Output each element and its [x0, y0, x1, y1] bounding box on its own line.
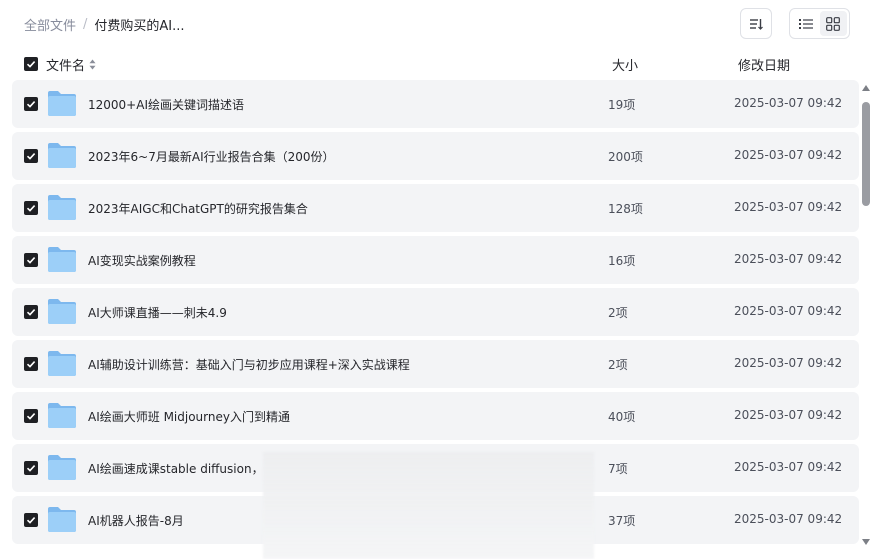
scroll-down-arrow-icon[interactable]: [862, 539, 870, 545]
file-size: 7项: [608, 462, 628, 476]
grid-view-button[interactable]: [819, 11, 847, 36]
table-row[interactable]: AI变现实战案例教程 16项 2025-03-07 09:42: [12, 236, 859, 284]
modified-date: 2025-03-07 09:42: [734, 252, 843, 266]
table-row[interactable]: AI大师课直播——刺未4.9 2项 2025-03-07 09:42: [12, 288, 859, 336]
check-icon: [26, 309, 36, 316]
folder-icon: [48, 507, 76, 532]
list-view-button[interactable]: [792, 11, 820, 36]
row-checkbox[interactable]: [24, 201, 38, 215]
folder-icon: [48, 403, 76, 428]
sort-button[interactable]: [740, 8, 772, 39]
folder-icon: [48, 195, 76, 220]
row-checkbox[interactable]: [24, 409, 38, 423]
name-column-header[interactable]: 文件名: [46, 55, 96, 74]
breadcrumb: 全部文件 / 付费购买的AI...: [24, 15, 185, 34]
row-checkbox[interactable]: [24, 149, 38, 163]
sort-list-icon: [750, 18, 763, 30]
folder-icon: [48, 455, 76, 480]
file-name[interactable]: AI大师课直播——刺未4.9: [88, 304, 227, 321]
check-icon: [26, 101, 36, 108]
file-size: 19项: [608, 98, 636, 112]
file-name[interactable]: AI机器人报告-8月: [88, 512, 184, 529]
table-row[interactable]: 2023年6~7月最新AI行业报告合集（200份） 200项 2025-03-07 …: [12, 132, 859, 180]
modified-date: 2025-03-07 09:42: [734, 304, 843, 318]
file-size: 16项: [608, 254, 636, 268]
table-row[interactable]: 2023年AIGC和ChatGPT的研究报告集合 128项 2025-03-07 0…: [12, 184, 859, 232]
redaction-overlay: [263, 452, 594, 559]
file-name[interactable]: 12000+AI绘画关键词描述语: [88, 96, 244, 113]
check-icon: [26, 205, 36, 212]
file-size: 37项: [608, 514, 636, 528]
scroll-up-arrow-icon[interactable]: [862, 85, 870, 91]
table-header: 文件名 大小 修改日期: [0, 52, 874, 76]
file-name[interactable]: 2023年6~7月最新AI行业报告合集（200份）: [88, 148, 335, 165]
row-checkbox[interactable]: [24, 357, 38, 371]
check-icon: [26, 153, 36, 160]
folder-icon: [48, 91, 76, 116]
file-size: 128项: [608, 202, 643, 216]
scrollbar-thumb[interactable]: [862, 102, 870, 206]
file-size: 2项: [608, 358, 628, 372]
table-row[interactable]: 12000+AI绘画关键词描述语 19项 2025-03-07 09:42: [12, 80, 859, 128]
file-name[interactable]: AI绘画速成课stable diffusion，: [88, 460, 264, 477]
file-size: 2项: [608, 306, 628, 320]
file-name[interactable]: 2023年AIGC和ChatGPT的研究报告集合: [88, 200, 308, 217]
file-size: 200项: [608, 150, 643, 164]
date-column-header[interactable]: 修改日期: [738, 55, 790, 74]
check-icon: [26, 465, 36, 472]
modified-date: 2025-03-07 09:42: [734, 148, 843, 162]
check-icon: [26, 61, 36, 68]
row-checkbox[interactable]: [24, 253, 38, 267]
file-name[interactable]: AI绘画大师班 Midjourney入门到精通: [88, 408, 290, 425]
modified-date: 2025-03-07 09:42: [734, 96, 843, 110]
check-icon: [26, 361, 36, 368]
breadcrumb-separator: /: [83, 17, 88, 32]
check-icon: [26, 257, 36, 264]
modified-date: 2025-03-07 09:42: [734, 460, 843, 474]
folder-icon: [48, 143, 76, 168]
view-toggle: [789, 8, 850, 39]
folder-icon: [48, 351, 76, 376]
row-checkbox[interactable]: [24, 97, 38, 111]
grid-view-icon: [826, 16, 841, 31]
file-name[interactable]: AI变现实战案例教程: [88, 252, 196, 269]
check-icon: [26, 413, 36, 420]
table-row[interactable]: AI辅助设计训练营：基础入门与初步应用课程+深入实战课程 2项 2025-03-07…: [12, 340, 859, 388]
table-row[interactable]: AI绘画大师班 Midjourney入门到精通 40项 2025-03-07 09:…: [12, 392, 859, 440]
file-name[interactable]: AI辅助设计训练营：基础入门与初步应用课程+深入实战课程: [88, 356, 410, 373]
size-column-header[interactable]: 大小: [612, 55, 638, 74]
list-view-icon: [798, 18, 813, 29]
breadcrumb-current: 付费购买的AI...: [94, 19, 185, 34]
sort-arrows-icon: [89, 59, 96, 70]
row-checkbox[interactable]: [24, 513, 38, 527]
breadcrumb-root-link[interactable]: 全部文件: [24, 15, 76, 34]
folder-icon: [48, 299, 76, 324]
row-checkbox[interactable]: [24, 461, 38, 475]
check-icon: [26, 517, 36, 524]
modified-date: 2025-03-07 09:42: [734, 512, 843, 526]
select-all-checkbox[interactable]: [24, 57, 38, 71]
file-size: 40项: [608, 410, 636, 424]
modified-date: 2025-03-07 09:42: [734, 200, 843, 214]
name-column-label: 文件名: [46, 59, 86, 74]
modified-date: 2025-03-07 09:42: [734, 356, 843, 370]
folder-icon: [48, 247, 76, 272]
scrollbar[interactable]: [860, 85, 872, 545]
row-checkbox[interactable]: [24, 305, 38, 319]
modified-date: 2025-03-07 09:42: [734, 408, 843, 422]
